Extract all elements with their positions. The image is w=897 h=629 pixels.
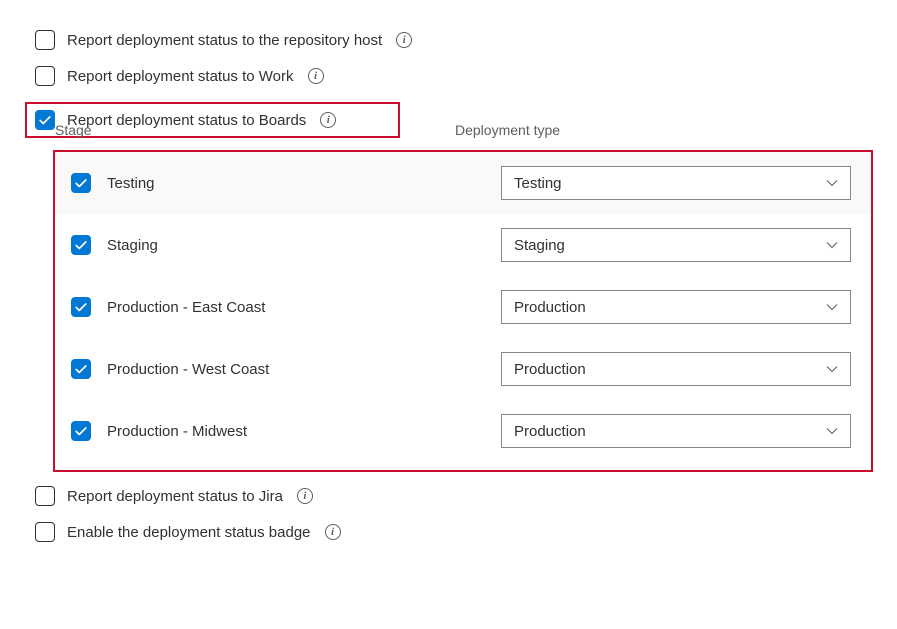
deployment-type-select[interactable]: Production — [501, 352, 851, 386]
select-value: Production — [514, 423, 586, 440]
table-row: Testing Testing — [55, 152, 871, 214]
info-icon[interactable]: i — [396, 32, 412, 48]
select-value: Production — [514, 361, 586, 378]
info-icon[interactable]: i — [325, 524, 341, 540]
table-row: Production - East Coast Production — [55, 276, 871, 338]
checkbox-stage[interactable] — [71, 235, 91, 255]
chevron-down-icon — [826, 363, 838, 375]
deployment-type-select[interactable]: Production — [501, 414, 851, 448]
checkbox-stage[interactable] — [71, 297, 91, 317]
checkbox-stage[interactable] — [71, 173, 91, 193]
select-value: Staging — [514, 237, 565, 254]
checkbox-repo-host[interactable] — [35, 30, 55, 50]
checkbox-badge[interactable] — [35, 522, 55, 542]
checkbox-jira[interactable] — [35, 486, 55, 506]
label-badge: Enable the deployment status badge — [67, 524, 311, 541]
stage-name: Staging — [107, 237, 158, 254]
table-row: Production - West Coast Production — [55, 338, 871, 400]
deployment-type-select[interactable]: Production — [501, 290, 851, 324]
deployment-type-select[interactable]: Testing — [501, 166, 851, 200]
chevron-down-icon — [826, 301, 838, 313]
stage-name: Production - Midwest — [107, 423, 247, 440]
deployment-type-select[interactable]: Staging — [501, 228, 851, 262]
table-row: Staging Staging — [55, 214, 871, 276]
label-work: Report deployment status to Work — [67, 68, 294, 85]
column-header-type: Deployment type — [455, 122, 560, 138]
chevron-down-icon — [826, 177, 838, 189]
stage-name: Production - West Coast — [107, 361, 269, 378]
label-jira: Report deployment status to Jira — [67, 488, 283, 505]
checkbox-work[interactable] — [35, 66, 55, 86]
select-value: Production — [514, 299, 586, 316]
column-header-stage: Stage — [37, 122, 455, 138]
stages-table: Testing Testing Staging Staging — [53, 150, 873, 472]
table-row: Production - Midwest Production — [55, 400, 871, 462]
stage-name: Testing — [107, 175, 155, 192]
chevron-down-icon — [826, 425, 838, 437]
select-value: Testing — [514, 175, 562, 192]
info-icon[interactable]: i — [297, 488, 313, 504]
stage-name: Production - East Coast — [107, 299, 265, 316]
checkbox-stage[interactable] — [71, 421, 91, 441]
label-repo-host: Report deployment status to the reposito… — [67, 32, 382, 49]
chevron-down-icon — [826, 239, 838, 251]
checkbox-stage[interactable] — [71, 359, 91, 379]
info-icon[interactable]: i — [308, 68, 324, 84]
